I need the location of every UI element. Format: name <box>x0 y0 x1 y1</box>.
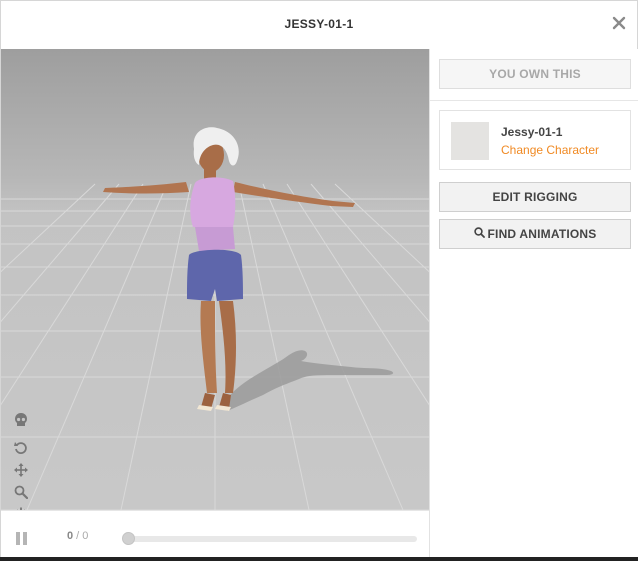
character-name: Jessy-01-1 <box>501 125 563 139</box>
animation-player: 0 / 0 <box>1 510 429 558</box>
pause-button[interactable] <box>15 532 29 546</box>
bottom-border <box>0 557 638 561</box>
3d-viewport[interactable] <box>1 49 429 510</box>
change-character-link[interactable]: Change Character <box>501 143 599 157</box>
timeline-scrubber[interactable] <box>122 532 135 545</box>
character-scene <box>1 49 429 510</box>
total-frames: 0 <box>82 530 89 542</box>
move-icon[interactable] <box>13 462 29 478</box>
edit-rigging-button[interactable]: EDIT RIGGING <box>439 182 631 212</box>
character-modal: JESSY-01-1 0 / 0 YOU OWN THIS Jessy-01-1… <box>0 0 638 558</box>
modal-header: JESSY-01-1 <box>1 1 637 49</box>
character-thumbnail <box>451 122 489 160</box>
zoom-icon[interactable] <box>13 484 29 500</box>
you-own-this-button[interactable]: YOU OWN THIS <box>439 59 631 89</box>
find-animations-button[interactable]: FIND ANIMATIONS <box>439 219 631 249</box>
search-icon <box>473 220 485 248</box>
timeline-track[interactable] <box>125 536 417 542</box>
reset-view-icon[interactable] <box>13 440 29 456</box>
frame-separator: / <box>73 530 83 542</box>
modal-title: JESSY-01-1 <box>284 17 354 31</box>
side-panel: YOU OWN THIS Jessy-01-1 Change Character… <box>429 49 638 557</box>
panel-divider <box>430 100 638 101</box>
character-card: Jessy-01-1 Change Character <box>439 110 631 170</box>
frame-counter: 0 / 0 <box>67 530 88 542</box>
skull-icon[interactable] <box>13 412 29 428</box>
find-animations-label: FIND ANIMATIONS <box>487 227 597 241</box>
viewer-toolbar <box>13 412 31 510</box>
close-icon[interactable] <box>611 15 627 31</box>
